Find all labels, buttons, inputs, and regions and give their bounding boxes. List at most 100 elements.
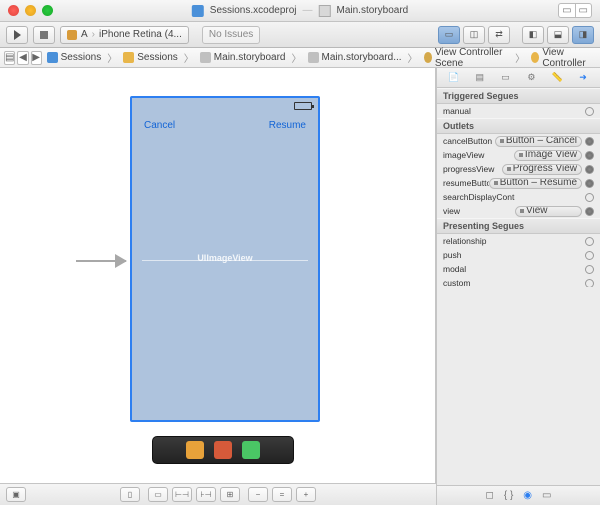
layout-mode-button[interactable]: ▯ bbox=[120, 487, 140, 502]
window-title-bar: Sessions.xcodeproj — Main.storyboard ▭▭ bbox=[0, 0, 600, 22]
connection-row[interactable]: resumeButtonButton – Resume bbox=[437, 176, 600, 190]
jump-item[interactable]: Main.storyboard... bbox=[305, 51, 405, 64]
resolve-button[interactable]: ⊦⊣ bbox=[196, 487, 216, 502]
resizing-button[interactable]: ⊞ bbox=[220, 487, 240, 502]
zoom-window-button[interactable] bbox=[42, 5, 53, 16]
storyboard-canvas[interactable]: Cancel Resume UIImageView bbox=[0, 68, 436, 505]
connection-row[interactable]: searchDisplayController bbox=[437, 190, 600, 204]
run-button[interactable] bbox=[6, 26, 28, 44]
version-editor-button[interactable]: ⇄ bbox=[488, 26, 510, 44]
imageview-placeholder[interactable] bbox=[142, 260, 308, 261]
connection-socket[interactable] bbox=[585, 207, 594, 216]
traffic-lights bbox=[0, 5, 53, 16]
connection-row[interactable]: custom bbox=[437, 276, 600, 287]
back-button[interactable]: ◀ bbox=[17, 51, 28, 65]
connection-socket[interactable] bbox=[585, 237, 594, 246]
library-tabs: ◻ { } ◉ ▭ bbox=[437, 485, 600, 505]
toggle-utilities-button[interactable]: ◨ bbox=[572, 26, 594, 44]
exit-dock-icon[interactable] bbox=[242, 441, 260, 459]
connection-row[interactable]: cancelButtonButton – Cancel bbox=[437, 134, 600, 148]
project-name: Sessions.xcodeproj bbox=[210, 5, 297, 16]
play-icon bbox=[14, 30, 21, 40]
scheme-selector[interactable]: A › iPhone Retina (4... bbox=[60, 26, 189, 44]
connection-socket[interactable] bbox=[585, 137, 594, 146]
jump-item[interactable]: View Controller bbox=[528, 46, 596, 70]
connection-socket[interactable] bbox=[585, 165, 594, 174]
pin-button[interactable]: ⊢⊣ bbox=[172, 487, 192, 502]
project-icon bbox=[47, 52, 58, 63]
connection-row[interactable]: push bbox=[437, 248, 600, 262]
close-window-button[interactable] bbox=[8, 5, 19, 16]
code-snippet-library-tab[interactable]: { } bbox=[504, 490, 513, 501]
folder-icon bbox=[123, 52, 134, 63]
activity-status: No Issues bbox=[202, 26, 260, 44]
storyboard-file-icon bbox=[200, 52, 211, 63]
connection-row[interactable]: imageViewImage View bbox=[437, 148, 600, 162]
toggle-navigator-button[interactable]: ◧ bbox=[522, 26, 544, 44]
jump-item[interactable]: Sessions bbox=[44, 51, 105, 64]
forward-button[interactable]: ▶ bbox=[31, 51, 42, 65]
file-inspector-tab[interactable]: 📄 bbox=[447, 71, 461, 85]
status-bar bbox=[132, 98, 318, 116]
scene-icon bbox=[424, 52, 432, 63]
storyboard-file-icon bbox=[308, 52, 319, 63]
window-title: Sessions.xcodeproj — Main.storyboard bbox=[192, 5, 408, 17]
view-controller-frame[interactable]: Cancel Resume UIImageView bbox=[130, 96, 320, 422]
connection-row[interactable]: progressViewProgress View bbox=[437, 162, 600, 176]
connection-socket[interactable] bbox=[585, 279, 594, 287]
related-items-button[interactable]: ▤ bbox=[4, 51, 15, 65]
attributes-inspector-tab[interactable]: ⚙ bbox=[524, 71, 538, 85]
connection-row[interactable]: relationship bbox=[437, 234, 600, 248]
media-library-tab[interactable]: ▭ bbox=[542, 490, 551, 501]
connection-row[interactable]: viewView bbox=[437, 204, 600, 218]
align-button[interactable]: ▭ bbox=[148, 487, 168, 502]
connection-pill[interactable]: Button – Resume bbox=[489, 178, 582, 189]
connection-pill[interactable]: Image View bbox=[514, 150, 582, 161]
connections-inspector-tab[interactable]: ➜ bbox=[576, 71, 590, 85]
minimize-window-button[interactable] bbox=[25, 5, 36, 16]
initial-segue-arrow[interactable] bbox=[76, 260, 126, 262]
connection-pill[interactable]: Progress View bbox=[502, 164, 582, 175]
connection-socket[interactable] bbox=[585, 107, 594, 116]
scheme-device: iPhone Retina (4... bbox=[99, 29, 182, 40]
connection-socket[interactable] bbox=[585, 251, 594, 260]
connection-pill[interactable]: Button – Cancel bbox=[495, 136, 582, 147]
connection-row[interactable]: manual bbox=[437, 104, 600, 118]
connection-socket[interactable] bbox=[585, 193, 594, 202]
inspector-tabs: 📄 ▤ ▭ ⚙ 📏 ➜ bbox=[437, 68, 600, 88]
stop-button[interactable] bbox=[33, 26, 55, 44]
assistant-editor-button[interactable]: ◫ bbox=[463, 26, 485, 44]
resume-button-element[interactable]: Resume bbox=[269, 120, 306, 131]
zoom-out-button[interactable]: − bbox=[248, 487, 268, 502]
section-header: Presenting Segues bbox=[437, 218, 600, 234]
object-library-tab[interactable]: ◉ bbox=[523, 490, 532, 501]
scene-dock bbox=[152, 436, 294, 464]
xcode-project-icon bbox=[192, 5, 204, 17]
file-name: Main.storyboard bbox=[337, 5, 409, 16]
jump-item[interactable]: Sessions bbox=[120, 51, 181, 64]
standard-editor-button[interactable]: ▭ bbox=[438, 26, 460, 44]
toggle-debug-button[interactable]: ⬓ bbox=[547, 26, 569, 44]
quickhelp-inspector-tab[interactable]: ▤ bbox=[473, 71, 487, 85]
editor-mode-segment[interactable]: ▭▭ bbox=[558, 3, 592, 18]
file-template-library-tab[interactable]: ◻ bbox=[486, 490, 494, 501]
connection-socket[interactable] bbox=[585, 265, 594, 274]
first-responder-dock-icon[interactable] bbox=[214, 441, 232, 459]
viewcontroller-dock-icon[interactable] bbox=[186, 441, 204, 459]
connection-row[interactable]: modal bbox=[437, 262, 600, 276]
jump-bar: ▤ ◀ ▶ Sessions〉 Sessions〉 Main.storyboar… bbox=[0, 48, 600, 68]
connection-pill[interactable]: View bbox=[515, 206, 582, 217]
identity-inspector-tab[interactable]: ▭ bbox=[499, 71, 513, 85]
zoom-in-button[interactable]: + bbox=[296, 487, 316, 502]
jump-item[interactable]: View Controller Scene bbox=[421, 46, 513, 70]
connection-socket[interactable] bbox=[585, 151, 594, 160]
zoom-actual-button[interactable]: = bbox=[272, 487, 292, 502]
app-icon bbox=[67, 30, 77, 40]
document-outline-toggle[interactable]: ▣ bbox=[6, 487, 26, 502]
section-header: Outlets bbox=[437, 118, 600, 134]
connection-socket[interactable] bbox=[585, 179, 594, 188]
jump-item[interactable]: Main.storyboard bbox=[197, 51, 289, 64]
cancel-button-element[interactable]: Cancel bbox=[144, 120, 175, 131]
size-inspector-tab[interactable]: 📏 bbox=[550, 71, 564, 85]
connections-inspector: Triggered Segues manual Outlets cancelBu… bbox=[437, 88, 600, 287]
